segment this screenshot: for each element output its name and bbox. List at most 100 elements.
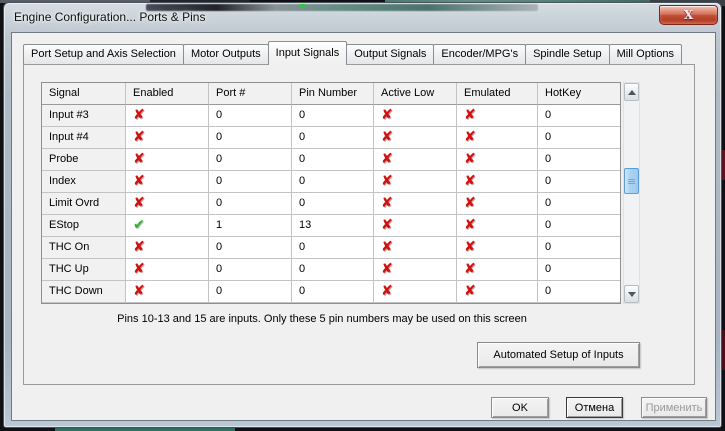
scroll-up-button[interactable] bbox=[624, 83, 639, 101]
active-low-cell[interactable]: ✘ bbox=[374, 193, 457, 215]
arrow-up-icon bbox=[627, 89, 636, 95]
red-cross-icon: ✘ bbox=[464, 129, 476, 145]
hotkey-cell[interactable]: 0 bbox=[538, 259, 620, 281]
table-scrollbar[interactable] bbox=[623, 82, 640, 304]
tab-mill-options[interactable]: Mill Options bbox=[608, 44, 683, 64]
pin-number-cell[interactable]: 13 bbox=[292, 215, 374, 237]
scrollbar-thumb[interactable] bbox=[624, 168, 639, 194]
automated-setup-button[interactable]: Automated Setup of Inputs bbox=[477, 342, 640, 368]
table-row: Index ✘ 0 0 ✘ ✘ 0 bbox=[42, 171, 620, 193]
signal-name-cell: EStop bbox=[42, 215, 126, 237]
port-number-cell[interactable]: 0 bbox=[209, 127, 292, 149]
tab-port-setup-and-axis-selection[interactable]: Port Setup and Axis Selection bbox=[23, 44, 184, 64]
thumb-grip-icon bbox=[628, 178, 635, 184]
input-signals-table: Signal Enabled Port # Pin Number Active … bbox=[41, 82, 621, 304]
pin-number-cell[interactable]: 0 bbox=[292, 281, 374, 303]
pin-number-cell[interactable]: 0 bbox=[292, 171, 374, 193]
table-row: THC Up ✘ 0 0 ✘ ✘ 0 bbox=[42, 259, 620, 281]
emulated-cell[interactable]: ✘ bbox=[457, 127, 538, 149]
pin-number-cell[interactable]: 0 bbox=[292, 193, 374, 215]
enabled-cell[interactable]: ✔ bbox=[126, 215, 209, 237]
red-cross-icon: ✘ bbox=[464, 195, 476, 211]
hotkey-cell[interactable]: 0 bbox=[538, 171, 620, 193]
enabled-cell[interactable]: ✘ bbox=[126, 105, 209, 127]
enabled-cell[interactable]: ✘ bbox=[126, 259, 209, 281]
scroll-down-button[interactable] bbox=[624, 285, 639, 303]
active-low-cell[interactable]: ✘ bbox=[374, 149, 457, 171]
active-low-cell[interactable]: ✘ bbox=[374, 127, 457, 149]
table-row: Probe ✘ 0 0 ✘ ✘ 0 bbox=[42, 149, 620, 171]
red-cross-icon: ✘ bbox=[464, 151, 476, 167]
pin-number-cell[interactable]: 0 bbox=[292, 237, 374, 259]
hotkey-cell[interactable]: 0 bbox=[538, 215, 620, 237]
port-number-cell[interactable]: 1 bbox=[209, 215, 292, 237]
pin-number-cell[interactable]: 0 bbox=[292, 259, 374, 281]
emulated-cell[interactable]: ✘ bbox=[457, 259, 538, 281]
port-number-cell[interactable]: 0 bbox=[209, 171, 292, 193]
signal-name-cell: THC On bbox=[42, 237, 126, 259]
enabled-cell[interactable]: ✘ bbox=[126, 237, 209, 259]
hotkey-cell[interactable]: 0 bbox=[538, 105, 620, 127]
pin-number-cell[interactable]: 0 bbox=[292, 105, 374, 127]
red-cross-icon: ✘ bbox=[381, 217, 393, 233]
emulated-cell[interactable]: ✘ bbox=[457, 215, 538, 237]
tab-spindle-setup[interactable]: Spindle Setup bbox=[525, 44, 610, 64]
hotkey-cell[interactable]: 0 bbox=[538, 193, 620, 215]
tab-motor-outputs[interactable]: Motor Outputs bbox=[182, 44, 269, 64]
red-cross-icon: ✘ bbox=[464, 217, 476, 233]
tab-input-signals[interactable]: Input Signals bbox=[267, 41, 348, 65]
close-icon: X bbox=[683, 8, 694, 22]
tab-bar: Port Setup and Axis Selection Motor Outp… bbox=[23, 41, 683, 65]
active-low-cell[interactable]: ✘ bbox=[374, 105, 457, 127]
column-header-hotkey: HotKey bbox=[538, 83, 620, 105]
hotkey-cell[interactable]: 0 bbox=[538, 127, 620, 149]
pin-number-cell[interactable]: 0 bbox=[292, 149, 374, 171]
engine-configuration-dialog: Engine Configuration... Ports & Pins X P… bbox=[3, 2, 722, 428]
enabled-cell[interactable]: ✘ bbox=[126, 149, 209, 171]
table-row: Input #3 ✘ 0 0 ✘ ✘ 0 bbox=[42, 105, 620, 127]
tab-encoder-mpgs[interactable]: Encoder/MPG's bbox=[433, 44, 527, 64]
pin-number-cell[interactable]: 0 bbox=[292, 127, 374, 149]
red-cross-icon: ✘ bbox=[133, 151, 145, 167]
ok-button[interactable]: OK bbox=[491, 397, 549, 418]
red-cross-icon: ✘ bbox=[464, 107, 476, 123]
signal-name-cell: Input #3 bbox=[42, 105, 126, 127]
signal-name-cell: Limit Ovrd bbox=[42, 193, 126, 215]
enabled-cell[interactable]: ✘ bbox=[126, 281, 209, 303]
active-low-cell[interactable]: ✘ bbox=[374, 215, 457, 237]
active-low-cell[interactable]: ✘ bbox=[374, 237, 457, 259]
tab-output-signals[interactable]: Output Signals bbox=[346, 44, 435, 64]
port-number-cell[interactable]: 0 bbox=[209, 259, 292, 281]
active-low-cell[interactable]: ✘ bbox=[374, 171, 457, 193]
emulated-cell[interactable]: ✘ bbox=[457, 105, 538, 127]
cancel-button[interactable]: Отмена bbox=[566, 397, 623, 418]
enabled-cell[interactable]: ✘ bbox=[126, 193, 209, 215]
port-number-cell[interactable]: 0 bbox=[209, 105, 292, 127]
red-cross-icon: ✘ bbox=[133, 107, 145, 123]
port-number-cell[interactable]: 0 bbox=[209, 281, 292, 303]
red-cross-icon: ✘ bbox=[464, 239, 476, 255]
close-button[interactable]: X bbox=[659, 5, 718, 25]
port-number-cell[interactable]: 0 bbox=[209, 237, 292, 259]
pins-note: Pins 10-13 and 15 are inputs. Only these… bbox=[117, 313, 527, 325]
hotkey-cell[interactable]: 0 bbox=[538, 149, 620, 171]
emulated-cell[interactable]: ✘ bbox=[457, 171, 538, 193]
port-number-cell[interactable]: 0 bbox=[209, 193, 292, 215]
active-low-cell[interactable]: ✘ bbox=[374, 281, 457, 303]
red-cross-icon: ✘ bbox=[133, 239, 145, 255]
hotkey-cell[interactable]: 0 bbox=[538, 281, 620, 303]
dialog-client-area: Port Setup and Axis Selection Motor Outp… bbox=[11, 32, 716, 421]
column-header-enabled: Enabled bbox=[126, 83, 209, 105]
active-low-cell[interactable]: ✘ bbox=[374, 259, 457, 281]
enabled-cell[interactable]: ✘ bbox=[126, 171, 209, 193]
hotkey-cell[interactable]: 0 bbox=[538, 237, 620, 259]
red-cross-icon: ✘ bbox=[133, 261, 145, 277]
column-header-pin-number: Pin Number bbox=[292, 83, 374, 105]
emulated-cell[interactable]: ✘ bbox=[457, 281, 538, 303]
green-check-icon: ✔ bbox=[133, 217, 145, 233]
emulated-cell[interactable]: ✘ bbox=[457, 193, 538, 215]
emulated-cell[interactable]: ✘ bbox=[457, 149, 538, 171]
port-number-cell[interactable]: 0 bbox=[209, 149, 292, 171]
emulated-cell[interactable]: ✘ bbox=[457, 237, 538, 259]
enabled-cell[interactable]: ✘ bbox=[126, 127, 209, 149]
